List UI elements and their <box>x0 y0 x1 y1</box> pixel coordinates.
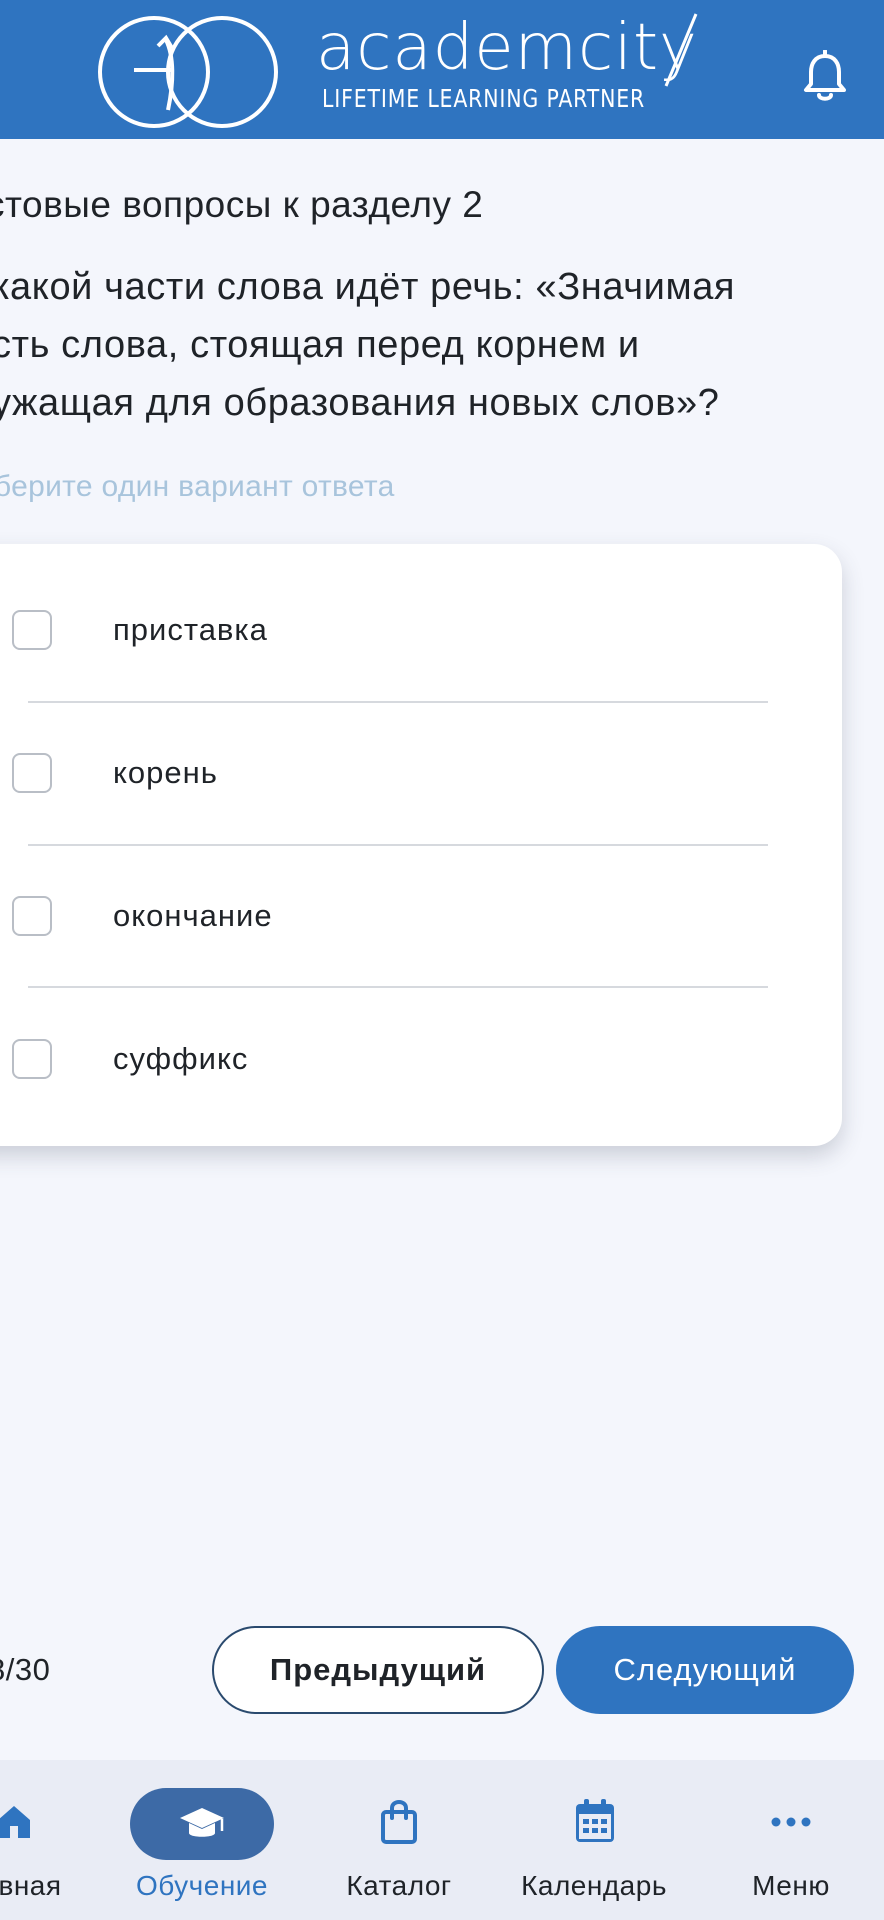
section-title: стовые вопросы к разделу 2 <box>0 184 484 225</box>
brand-tagline: LIFETIME LEARNING PARTNER <box>322 84 646 113</box>
option-checkbox[interactable] <box>12 896 52 936</box>
nav-item-catalog[interactable]: Каталог <box>326 1760 472 1920</box>
answer-option[interactable]: суффикс <box>0 973 842 1116</box>
option-label: корень <box>113 755 218 790</box>
option-label: приставка <box>113 612 268 647</box>
notification-bell-icon[interactable] <box>800 50 850 104</box>
nav-item-menu[interactable]: Меню <box>736 1760 846 1920</box>
nav-label: Меню <box>752 1870 830 1901</box>
nav-label: Календарь <box>521 1870 667 1901</box>
app-header: academcity LIFETIME LEARNING PARTNER <box>0 0 884 139</box>
shopping-bag-icon <box>381 1800 417 1844</box>
question-text: какой части слова идёт речь: «Значимая с… <box>0 266 736 424</box>
answer-hint: берите один вариант ответа <box>0 470 395 503</box>
academcity-logo-icon <box>98 16 278 128</box>
nav-item-learning[interactable]: Обучение <box>122 1760 282 1920</box>
nav-item-calendar[interactable]: Календарь <box>512 1760 676 1920</box>
option-checkbox[interactable] <box>12 753 52 793</box>
bottom-navigation: вная Обучение Каталог Календарь Меню <box>0 1760 884 1920</box>
brand-slash-icon <box>664 13 698 87</box>
option-checkbox[interactable] <box>12 610 52 650</box>
answer-option[interactable]: приставка <box>0 544 842 687</box>
home-icon <box>0 1806 30 1838</box>
graduation-cap-icon <box>180 1808 224 1837</box>
next-button[interactable]: Следующий <box>556 1626 854 1714</box>
nav-label: вная <box>0 1870 62 1901</box>
previous-button[interactable]: Предыдущий <box>212 1626 544 1714</box>
answer-option[interactable]: окончание <box>0 830 842 973</box>
more-dots-icon <box>771 1817 811 1827</box>
nav-item-home[interactable]: вная <box>0 1760 100 1920</box>
answer-options-card: приставка корень окончание суффикс <box>0 544 842 1146</box>
nav-label: Обучение <box>135 1870 269 1901</box>
option-label: окончание <box>113 898 273 933</box>
question-counter: 8/30 <box>0 1652 51 1687</box>
calendar-icon <box>576 1799 614 1842</box>
option-checkbox[interactable] <box>12 1039 52 1079</box>
nav-label: Каталог <box>346 1870 452 1901</box>
answer-option[interactable]: корень <box>0 687 842 830</box>
brand-name: academcity <box>316 11 698 85</box>
option-label: суффикс <box>113 1041 249 1076</box>
